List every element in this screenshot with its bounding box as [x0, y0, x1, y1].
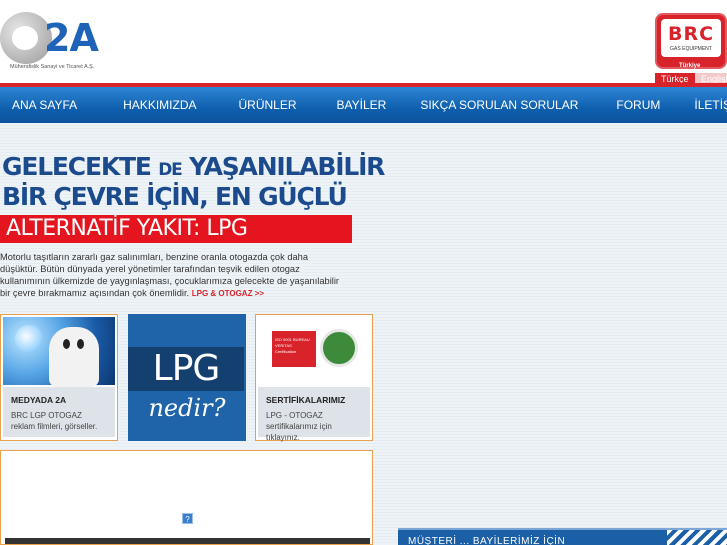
brc-country: Türkiye	[679, 63, 701, 69]
medya-image	[3, 317, 115, 387]
nav-faq[interactable]: SIKÇA SORULAN SORULAR	[420, 87, 578, 123]
dealer-promo-banner[interactable]: MÜŞTERİ ... BAYİLERİMİZ İÇİN	[398, 528, 727, 545]
nav-contact[interactable]: İLETİŞİM	[694, 87, 727, 123]
intro-paragraph: Motorlu taşıtların zararlı gaz salınımla…	[0, 252, 339, 298]
card-medya-desc: BRC LGP OTOGAZ reklam filmleri, görselle…	[11, 411, 98, 431]
main-nav: ANA SAYFA HAKKIMIZDA ÜRÜNLER BAYİLER SIK…	[0, 87, 727, 123]
logo-subtitle: Mühendislik Sanayi ve Ticaret A.Ş.	[10, 64, 95, 70]
card-lpg[interactable]: LPG nedir?	[128, 314, 246, 441]
mascot-icon	[49, 327, 99, 387]
nav-home[interactable]: ANA SAYFA	[12, 87, 77, 123]
company-logo[interactable]: 2A Mühendislik Sanayi ve Ticaret A.Ş.	[0, 10, 112, 76]
promo-stripes	[667, 530, 727, 545]
card-lpg-subtitle: nedir?	[148, 394, 226, 422]
missing-plugin-icon[interactable]: ?	[182, 513, 193, 524]
card-medya[interactable]: MEDYADA 2A BRC LGP OTOGAZ reklam filmler…	[0, 314, 118, 441]
card-medya-title: MEDYADA 2A	[11, 395, 67, 405]
nav-products[interactable]: ÜRÜNLER	[238, 87, 296, 123]
hero-headline-2: BİR ÇEVRE İÇİN, EN GÜÇLÜ	[2, 182, 348, 211]
brc-logo-subtitle: GAS EQUIPMENT	[670, 46, 712, 52]
globe-icon	[15, 325, 43, 353]
card-certificates[interactable]: ISO 9001 BUREAU VERITAS Certification SE…	[255, 314, 373, 442]
lpg-otogaz-link[interactable]: LPG & OTOGAZ >>	[192, 289, 264, 298]
media-player-bar	[5, 538, 370, 544]
card-certificates-desc: LPG - OTOGAZ sertifikalarımız için tıkla…	[266, 411, 332, 442]
brc-logo-text: BRC	[667, 23, 715, 45]
card-lpg-title: LPG	[152, 348, 221, 389]
nav-forum[interactable]: FORUM	[616, 87, 660, 123]
bureau-veritas-seal-icon	[320, 329, 358, 367]
embedded-media-box: ?	[0, 450, 373, 545]
brc-logo[interactable]: BRC GAS EQUIPMENT Türkiye	[655, 13, 727, 69]
header: 2A Mühendislik Sanayi ve Ticaret A.Ş. BR…	[0, 0, 727, 87]
card-certificates-title: SERTİFİKALARIMIZ	[266, 395, 346, 405]
promo-text: MÜŞTERİ ... BAYİLERİMİZ İÇİN	[408, 536, 566, 545]
hero-banner-text: ALTERNATİF YAKIT: LPG	[6, 216, 248, 241]
hero-banner: ALTERNATİF YAKIT: LPG	[0, 215, 352, 243]
iso-badge-icon: ISO 9001 BUREAU VERITAS Certification	[272, 331, 316, 367]
logo-text: 2A	[44, 16, 99, 60]
main-content: GELECEKTE DE YAŞANILABİLİR BİR ÇEVRE İÇİ…	[0, 123, 727, 545]
hero-headline-1: GELECEKTE DE YAŞANILABİLİR	[2, 152, 385, 181]
certificate-image: ISO 9001 BUREAU VERITAS Certification	[258, 317, 370, 385]
nav-about[interactable]: HAKKIMIZDA	[123, 87, 196, 123]
nav-dealers[interactable]: BAYİLER	[337, 87, 387, 123]
